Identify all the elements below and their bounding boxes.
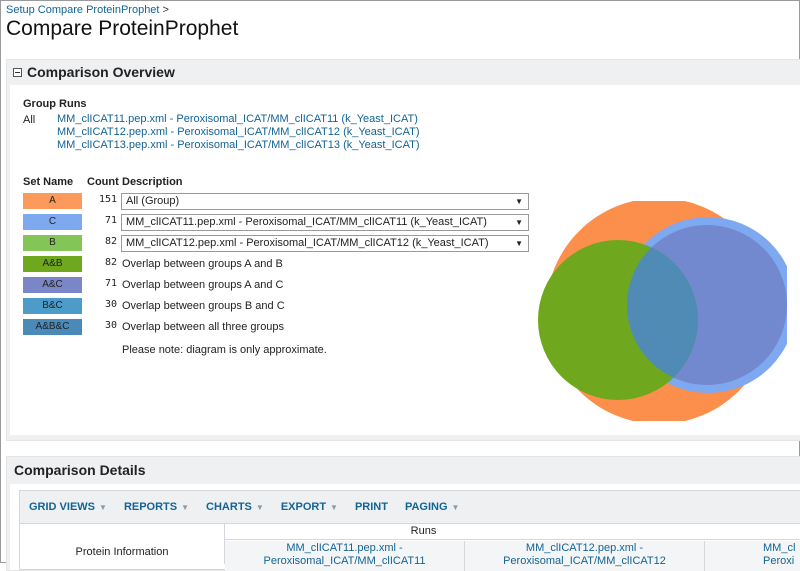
toolbar-export-button[interactable]: EXPORT ▼ — [281, 501, 338, 513]
comparison-overview-body: Group Runs All MM_clICAT11.pep.xml - Per… — [10, 85, 800, 435]
run-column-header[interactable]: MM_clICAT12.pep.xml - Peroxisomal_ICAT/M… — [465, 541, 705, 571]
caret-down-icon: ▼ — [255, 502, 264, 512]
page-title: Compare ProteinProphet — [6, 17, 239, 40]
data-grid: GRID VIEWS ▼ REPORTS ▼ CHARTS ▼ EXPORT ▼ PRINT PA… — [19, 490, 800, 571]
set-badge: B&C — [23, 298, 82, 314]
group-runs-label: Group Runs — [23, 98, 87, 110]
run-column-line: Peroxi — [763, 555, 795, 567]
set-badge: C — [23, 214, 82, 230]
select-value: MM_clICAT12.pep.xml - Peroxisomal_ICAT/M… — [126, 237, 489, 249]
comparison-overview-header[interactable]: Comparison Overview — [7, 60, 800, 84]
select-value: All (Group) — [126, 195, 180, 207]
run-column-header[interactable]: MM_cl Peroxi — [705, 541, 800, 571]
breadcrumb-separator: > — [162, 4, 169, 16]
toolbar-paging-button[interactable]: PAGING ▼ — [405, 501, 460, 513]
run-link[interactable]: MM_clICAT12.pep.xml - Peroxisomal_ICAT/M… — [57, 126, 419, 139]
caret-down-icon: ▼ — [99, 502, 107, 512]
collapse-icon[interactable] — [13, 67, 22, 77]
dropdown-arrow-icon[interactable]: ▼ — [515, 194, 523, 209]
set-count: 82 — [104, 257, 117, 268]
set-description: Overlap between all three groups — [122, 321, 285, 333]
toolbar-button-label: PAGING — [404, 501, 448, 513]
count-header: Count — [87, 176, 119, 188]
dropdown-arrow-icon[interactable]: ▼ — [515, 236, 523, 251]
toolbar-charts-button[interactable]: CHARTS ▼ — [206, 501, 264, 513]
run-column-line: Peroxisomal_ICAT/MM_clICAT11 — [263, 555, 426, 567]
set-row: A&C 71 Overlap between groups A and C — [23, 277, 543, 295]
set-description-select[interactable]: All (Group) ▼ — [121, 193, 529, 210]
description-header: Description — [122, 176, 183, 188]
caret-down-icon: ▼ — [451, 502, 460, 512]
run-column-line: Peroxisomal_ICAT/MM_clICAT12 — [503, 555, 666, 567]
set-description: Overlap between groups A and C — [122, 279, 284, 291]
breadcrumb-setup-link[interactable]: Setup Compare ProteinProphet — [6, 4, 159, 16]
set-description: Overlap between groups A and B — [122, 258, 283, 270]
protein-information-header: Protein Information — [20, 524, 225, 564]
run-link[interactable]: MM_clICAT11.pep.xml - Peroxisomal_ICAT/M… — [57, 113, 419, 126]
toolbar-reports-button[interactable]: REPORTS ▼ — [124, 501, 189, 513]
run-links: MM_clICAT11.pep.xml - Peroxisomal_ICAT/M… — [57, 113, 419, 152]
comparison-overview-panel: Comparison Overview Group Runs All MM_cl… — [6, 59, 800, 441]
set-row: C 71 MM_clICAT11.pep.xml - Peroxisomal_ICA… — [23, 214, 543, 232]
comparison-overview-title: Comparison Overview — [27, 64, 175, 80]
set-badge: A&B&C — [23, 319, 82, 335]
toolbar-print-button[interactable]: PRINT — [355, 501, 388, 513]
toolbar-grid-views-button[interactable]: GRID VIEWS ▼ — [29, 501, 107, 513]
set-badge: A&B — [23, 256, 82, 272]
toolbar-button-label: REPORTS — [123, 501, 178, 513]
set-row: A&B&C 30 Overlap between all three groups — [23, 319, 543, 337]
run-column-line: MM_cl — [763, 542, 796, 554]
set-count: 71 — [104, 215, 117, 226]
set-badge: A&C — [23, 277, 82, 293]
caret-down-icon: ▼ — [330, 502, 338, 512]
caret-down-icon: ▼ — [181, 502, 190, 512]
set-count: 71 — [104, 278, 117, 289]
comparison-details-title: Comparison Details — [14, 462, 146, 478]
run-link[interactable]: MM_clICAT13.pep.xml - Peroxisomal_ICAT/M… — [57, 139, 419, 152]
toolbar-button-label: EXPORT — [280, 501, 327, 513]
set-description-select[interactable]: MM_clICAT11.pep.xml - Peroxisomal_ICAT/M… — [121, 214, 529, 231]
run-column-header[interactable]: MM_clICAT11.pep.xml - Peroxisomal_ICAT/M… — [225, 541, 465, 571]
set-badge: B — [23, 235, 82, 251]
set-count: 30 — [104, 299, 117, 310]
toolbar-button-label: PRINT — [354, 501, 388, 513]
set-row: A&B 82 Overlap between groups A and B — [23, 256, 543, 274]
toolbar-button-label: GRID VIEWS — [29, 501, 96, 513]
set-name-header: Set Name — [23, 176, 74, 188]
toolbar-button-label: CHARTS — [206, 501, 252, 513]
set-count: 151 — [98, 194, 117, 205]
diagram-note: Please note: diagram is only approximate… — [122, 344, 327, 356]
all-label: All — [23, 114, 36, 126]
set-count: 30 — [104, 320, 117, 331]
set-row: B&C 30 Overlap between groups B and C — [23, 298, 543, 316]
runs-header: Runs — [225, 524, 800, 540]
grid-toolbar: GRID VIEWS ▼ REPORTS ▼ CHARTS ▼ EXPORT ▼ PRINT PA… — [20, 491, 800, 524]
comparison-details-body: GRID VIEWS ▼ REPORTS ▼ CHARTS ▼ EXPORT ▼ PRINT PA… — [10, 484, 800, 571]
comparison-details-panel: Comparison Details GRID VIEWS ▼ REPORTS ▼ CH… — [6, 456, 800, 571]
run-column-line: MM_clICAT12.pep.xml - — [525, 542, 644, 554]
venn-diagram — [538, 201, 787, 421]
breadcrumb: Setup Compare ProteinProphet > — [6, 4, 169, 16]
dropdown-arrow-icon[interactable]: ▼ — [515, 215, 523, 230]
select-value: MM_clICAT11.pep.xml - Peroxisomal_ICAT/M… — [126, 216, 487, 228]
run-column-line: MM_clICAT11.pep.xml - — [286, 542, 403, 554]
set-row: B 82 MM_clICAT12.pep.xml - Peroxisomal_ICA… — [23, 235, 543, 253]
set-count: 82 — [104, 236, 117, 247]
set-description: Overlap between groups B and C — [122, 300, 285, 312]
set-description-select[interactable]: MM_clICAT12.pep.xml - Peroxisomal_ICAT/M… — [121, 235, 529, 252]
set-row: A 151 All (Group) ▼ — [23, 193, 543, 211]
set-badge: A — [23, 193, 82, 209]
